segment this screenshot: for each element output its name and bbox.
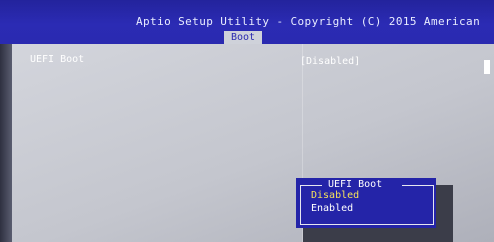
popup-title: UEFI Boot [328,179,383,190]
popup-frame-top-right [402,185,433,186]
option-disabled[interactable]: Disabled [311,190,359,201]
scrollbar-thumb[interactable] [484,60,490,74]
app-title: Aptio Setup Utility - Copyright (C) 2015… [136,15,481,28]
popup-frame-top-left [300,185,322,186]
setting-uefi-boot-label[interactable]: UEFI Boot [30,54,84,65]
option-enabled[interactable]: Enabled [311,203,353,214]
screen-edge [0,44,12,242]
tab-boot[interactable]: Boot [224,31,262,44]
setting-uefi-boot-value[interactable]: [Disabled] [300,56,360,67]
